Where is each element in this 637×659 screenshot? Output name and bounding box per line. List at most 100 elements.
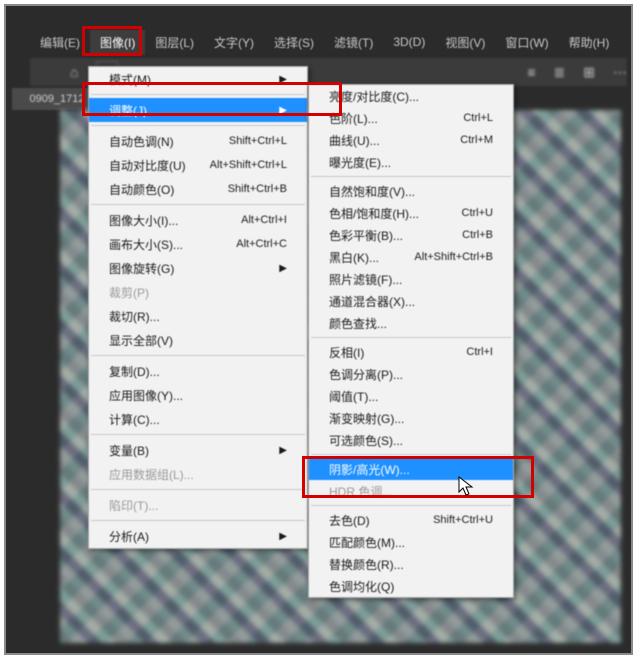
image-menu-item-label: 裁剪(P) — [109, 284, 287, 301]
adjust-menu-item-7[interactable]: 色彩平衡(B)... Ctrl+B — [309, 224, 513, 246]
menubar-item-7[interactable]: 视图(V) — [435, 30, 495, 55]
submenu-arrow-icon: ▶ — [279, 445, 287, 456]
adjust-menu-item-6[interactable]: 色相/饱和度(H)... Ctrl+U — [309, 202, 513, 224]
menubar-item-6[interactable]: 3D(D) — [383, 31, 435, 53]
image-menu-item-12[interactable]: 裁切(R)... — [89, 304, 307, 328]
adjust-menu-item-11[interactable]: 颜色查找... — [309, 312, 513, 334]
image-menu-item-0[interactable]: 模式(M) ▶ — [89, 67, 307, 91]
adjust-menu-item-17[interactable]: 可选颜色(S)... — [309, 429, 513, 451]
adjust-menu-item-1[interactable]: 色阶(L)...Ctrl+L — [309, 107, 513, 129]
image-menu-item-label: 显示全部(V) — [109, 332, 287, 349]
image-menu-item-13[interactable]: 显示全部(V) — [89, 328, 307, 352]
menubar-item-4[interactable]: 选择(S) — [264, 30, 324, 55]
adjust-menu-item-label: 色彩平衡(B)... — [329, 227, 438, 244]
menubar-item-3[interactable]: 文字(Y) — [204, 30, 264, 55]
adjust-menu-separator — [311, 454, 511, 455]
image-menu-item-label: 自动色调(N) — [109, 133, 205, 150]
adjust-menu-item-9[interactable]: 照片滤镜(F)... — [309, 268, 513, 290]
adjust-menu-item-24[interactable]: 替换颜色(R)... — [309, 553, 513, 575]
image-menu-item-shortcut: Alt+Ctrl+I — [241, 214, 287, 226]
image-menu-item-label: 图像旋转(G) — [109, 260, 259, 277]
menubar-item-2[interactable]: 图层(L) — [145, 30, 204, 55]
adjust-menu-item-25[interactable]: 色调均化(Q) — [309, 575, 513, 597]
menubar-item-0[interactable]: 编辑(E) — [30, 30, 90, 55]
adjust-menu-item-23[interactable]: 匹配颜色(M)... — [309, 531, 513, 553]
adjust-menu-item-22[interactable]: 去色(D)Shift+Ctrl+U — [309, 509, 513, 531]
image-menu-item-17[interactable]: 计算(C)... — [89, 407, 307, 431]
image-menu-item-shortcut: Shift+Ctrl+L — [229, 135, 287, 147]
image-menu-item-label: 应用数据组(L)... — [109, 466, 287, 483]
image-menu-item-label: 画布大小(S)... — [109, 236, 212, 253]
image-menu-item-label: 自动对比度(U) — [109, 157, 186, 174]
image-menu-separator — [91, 204, 305, 205]
adjust-menu-item-label: 亮度/对比度(C)... — [329, 88, 493, 105]
adjust-menu-item-label: 自然饱和度(V)... — [329, 183, 493, 200]
submenu-arrow-icon: ▶ — [279, 105, 287, 116]
align-icon-2[interactable]: ≣ — [554, 64, 566, 81]
image-menu-item-15[interactable]: 复制(D)... — [89, 359, 307, 383]
adjust-menu-item-shortcut: Ctrl+U — [462, 207, 493, 219]
image-menu-item-4[interactable]: 自动色调(N) Shift+Ctrl+L — [89, 129, 307, 153]
adjust-menu-separator — [311, 337, 511, 338]
adjust-menu-item-label: 色相/饱和度(H)... — [329, 205, 438, 222]
image-menu-item-19[interactable]: 变量(B)▶ — [89, 438, 307, 462]
align-icon-3[interactable]: ⊞ — [583, 64, 595, 81]
image-menu-item-shortcut: Alt+Ctrl+C — [236, 238, 287, 250]
image-menu-item-6[interactable]: 自动颜色(O)Shift+Ctrl+B — [89, 177, 307, 201]
menubar-item-9[interactable]: 帮助(H) — [559, 30, 620, 55]
adjust-menu-item-3[interactable]: 曝光度(E)... — [309, 151, 513, 173]
adjust-menu-item-13[interactable]: 反相(I) Ctrl+I — [309, 341, 513, 363]
adjust-menu-item-5[interactable]: 自然饱和度(V)... — [309, 180, 513, 202]
adjust-menu-separator — [311, 176, 511, 177]
adjust-menu-item-shortcut: Ctrl+M — [460, 134, 493, 146]
adjust-menu-item-10[interactable]: 通道混合器(X)... — [309, 290, 513, 312]
adjust-menu-item-label: HDR 色调... — [329, 483, 493, 500]
image-menu-item-label: 计算(C)... — [109, 411, 287, 428]
submenu-arrow-icon: ▶ — [279, 74, 287, 85]
image-menu-item-label: 图像大小(I)... — [109, 212, 217, 229]
image-menu-item-2[interactable]: 调整(J) ▶ — [89, 98, 307, 122]
adjust-menu-item-label: 可选颜色(S)... — [329, 432, 493, 449]
image-menu-item-5[interactable]: 自动对比度(U) Alt+Shift+Ctrl+L — [89, 153, 307, 177]
image-menu-item-24[interactable]: 分析(A)▶ — [89, 524, 307, 548]
adjust-menu-item-label: 颜色查找... — [329, 315, 493, 332]
adjust-menu-item-label: 色调分离(P)... — [329, 366, 493, 383]
image-menu-item-label: 模式(M) — [109, 71, 259, 88]
menubar-item-1[interactable]: 图像(I) — [90, 30, 145, 55]
image-menu-item-shortcut: Alt+Shift+Ctrl+L — [210, 159, 287, 171]
image-menu-item-label: 调整(J) — [109, 102, 259, 119]
adjust-menu-item-label: 阴影/高光(W)... — [329, 461, 493, 478]
adjust-menu-item-label: 照片滤镜(F)... — [329, 271, 493, 288]
align-icon[interactable]: ≡ — [527, 64, 535, 80]
adjust-menu-item-label: 色阶(L)... — [329, 110, 439, 127]
image-menu-item-9[interactable]: 画布大小(S)... Alt+Ctrl+C — [89, 232, 307, 256]
image-menu-item-16[interactable]: 应用图像(Y)... — [89, 383, 307, 407]
overflow-icon[interactable]: ⋯ — [613, 64, 627, 81]
image-menu-item-shortcut: Shift+Ctrl+B — [228, 183, 287, 195]
adjust-menu-item-0[interactable]: 亮度/对比度(C)... — [309, 85, 513, 107]
adjust-menu-item-label: 通道混合器(X)... — [329, 293, 493, 310]
adjust-menu-item-16[interactable]: 渐变映射(G)... — [309, 407, 513, 429]
adjust-menu-item-label: 曝光度(E)... — [329, 154, 493, 171]
adjust-menu-item-label: 黑白(K)... — [329, 249, 390, 266]
image-menu-item-11: 裁剪(P) — [89, 280, 307, 304]
adjust-menu-item-shortcut: Ctrl+I — [466, 346, 493, 358]
menubar-item-5[interactable]: 滤镜(T) — [324, 30, 383, 55]
adjust-menu-item-19[interactable]: 阴影/高光(W)... — [309, 458, 513, 480]
image-menu-item-label: 分析(A) — [109, 528, 259, 545]
home-icon[interactable]: ⌂ — [70, 64, 78, 80]
image-menu-item-label: 应用图像(Y)... — [109, 387, 287, 404]
adjust-menu-item-shortcut: Ctrl+B — [462, 229, 493, 241]
adjust-menu-item-label: 阈值(T)... — [329, 388, 493, 405]
adjust-menu-item-14[interactable]: 色调分离(P)... — [309, 363, 513, 385]
image-menu: 模式(M) ▶ 调整(J) ▶ 自动色调(N) Shift+Ctrl+L 自动对比度(U) A… — [88, 66, 308, 549]
menubar-item-8[interactable]: 窗口(W) — [495, 30, 558, 55]
image-menu-item-label: 裁切(R)... — [109, 308, 287, 325]
adjust-menu-item-label: 曲线(U)... — [329, 132, 436, 149]
adjust-menu-item-2[interactable]: 曲线(U)... Ctrl+M — [309, 129, 513, 151]
adjust-menu-item-label: 反相(I) — [329, 344, 442, 361]
image-menu-item-10[interactable]: 图像旋转(G)▶ — [89, 256, 307, 280]
adjust-menu-item-8[interactable]: 黑白(K)...Alt+Shift+Ctrl+B — [309, 246, 513, 268]
image-menu-item-8[interactable]: 图像大小(I)... Alt+Ctrl+I — [89, 208, 307, 232]
adjust-menu-item-15[interactable]: 阈值(T)... — [309, 385, 513, 407]
